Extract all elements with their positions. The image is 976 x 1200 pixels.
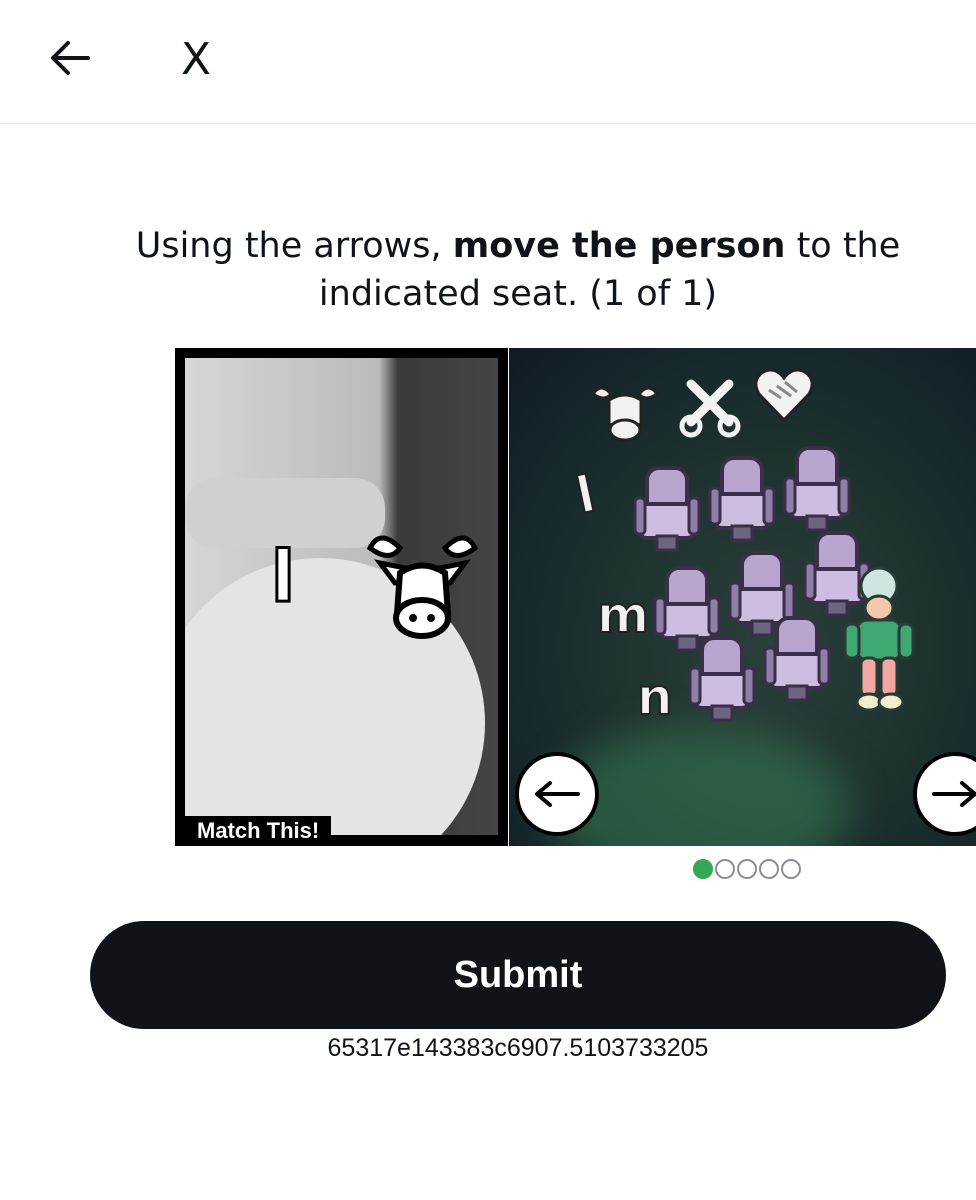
match-this-label: Match This! (185, 816, 332, 846)
close-button[interactable]: X (168, 30, 224, 90)
instruction-text: Using the arrows, move the person to the… (88, 222, 948, 318)
arrow-left-icon (535, 781, 580, 807)
close-label: X (180, 34, 212, 85)
instruction-bold: move the person (452, 226, 786, 266)
reference-letter: l (270, 535, 297, 620)
pagination-dot (759, 859, 779, 879)
next-arrow-button[interactable] (913, 752, 976, 836)
scissors-icon (679, 379, 741, 438)
instruction-part1: Using the arrows, (135, 226, 453, 266)
pagination-dot (737, 859, 757, 879)
arrow-right-icon (932, 781, 976, 807)
pagination-dots (693, 859, 801, 883)
submit-button[interactable]: Submit (90, 921, 946, 1029)
pagination-dot (715, 859, 735, 879)
reference-image: l (185, 358, 498, 835)
reference-panel: l Match This! (175, 348, 508, 846)
person-avatar (843, 566, 915, 712)
arrow-left-icon (51, 41, 90, 75)
session-id: 65317e143383c6907.5103733205 (327, 1034, 709, 1062)
row-letter-l: l (570, 464, 601, 526)
pagination-dot (781, 859, 801, 879)
back-button[interactable] (40, 30, 100, 86)
captcha-puzzle: l Match This! l m n (175, 348, 976, 846)
prev-arrow-button[interactable] (515, 752, 599, 836)
top-bar: X (0, 0, 976, 124)
cow-head-icon (366, 535, 479, 639)
cow-head-icon (590, 386, 660, 442)
pagination-dot (693, 859, 713, 879)
handshake-heart-icon (754, 368, 814, 423)
seat-scene: l m n (509, 348, 976, 846)
